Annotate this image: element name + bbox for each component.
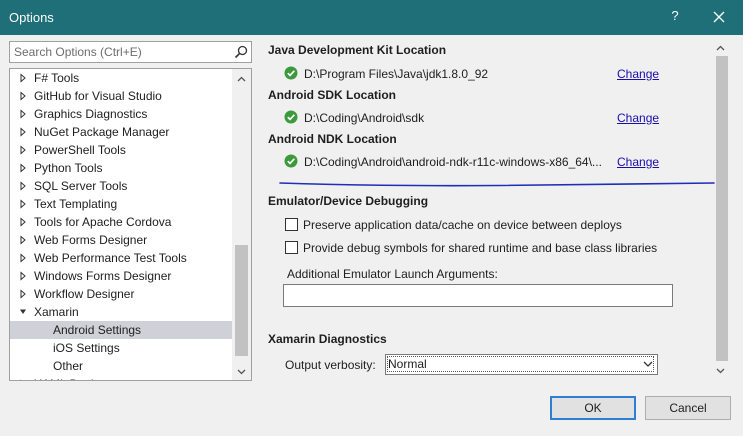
tree-item[interactable]: PowerShell Tools <box>10 141 232 159</box>
triangle-right-icon[interactable] <box>18 213 28 231</box>
cancel-button[interactable]: Cancel <box>645 396 731 420</box>
triangle-down-icon[interactable] <box>18 303 28 321</box>
tree-item-label: Other <box>53 359 84 373</box>
tree-item[interactable]: Android Settings <box>10 321 232 339</box>
triangle-right-icon[interactable] <box>18 87 28 105</box>
ndk-change-link[interactable]: Change <box>617 155 659 169</box>
tree-item-label: GitHub for Visual Studio <box>34 89 162 103</box>
tree-item[interactable]: Python Tools <box>10 159 232 177</box>
diagnostics-heading: Xamarin Diagnostics <box>268 332 387 346</box>
preserve-data-checkbox[interactable] <box>285 218 298 231</box>
tree-item-label: Web Performance Test Tools <box>34 251 187 265</box>
ok-button[interactable]: OK <box>550 396 636 420</box>
tree-item[interactable]: Windows Forms Designer <box>10 267 232 285</box>
tree-item-label: Graphics Diagnostics <box>34 107 148 121</box>
sdk-heading: Android SDK Location <box>268 88 396 102</box>
triangle-right-icon[interactable] <box>18 249 28 267</box>
triangle-right-icon[interactable] <box>18 177 28 195</box>
emulator-heading: Emulator/Device Debugging <box>268 194 429 208</box>
tree-item-label: F# Tools <box>34 71 80 85</box>
scroll-down-icon[interactable] <box>237 367 246 376</box>
tree-item[interactable]: Other <box>10 357 232 375</box>
triangle-right-icon[interactable] <box>18 69 28 87</box>
triangle-right-icon[interactable] <box>18 105 28 123</box>
tree-item[interactable]: F# Tools <box>10 69 232 87</box>
jdk-heading: Java Development Kit Location <box>268 43 447 57</box>
settings-scroll-thumb[interactable] <box>716 56 728 361</box>
tree-item[interactable]: NuGet Package Manager <box>10 123 232 141</box>
status-ok-icon <box>284 154 298 168</box>
verbosity-select[interactable]: Normal <box>385 354 658 375</box>
tree-item-label: Xamarin <box>34 305 79 319</box>
scroll-up-icon[interactable] <box>237 75 246 84</box>
tree-item-label: iOS Settings <box>53 341 120 355</box>
triangle-right-icon[interactable] <box>18 123 28 141</box>
search-box[interactable] <box>9 41 252 63</box>
sdk-path: D:\Coding\Android\sdk <box>304 111 425 125</box>
scroll-up-icon[interactable] <box>716 44 725 53</box>
debug-symbols-label: Provide debug symbols for shared runtime… <box>303 241 658 255</box>
tree-item-label: SQL Server Tools <box>34 179 128 193</box>
verbosity-label: Output verbosity: <box>285 358 376 372</box>
tree-scrollbar[interactable] <box>232 69 251 380</box>
tree-item[interactable]: Xamarin <box>10 303 232 321</box>
triangle-right-icon[interactable] <box>18 231 28 249</box>
ndk-path: D:\Coding\Android\android-ndk-r11c-windo… <box>304 155 602 169</box>
jdk-path: D:\Program Files\Java\jdk1.8.0_92 <box>304 67 489 81</box>
tree-item[interactable]: iOS Settings <box>10 339 232 357</box>
close-icon <box>713 11 725 23</box>
tree-item-label: Tools for Apache Cordova <box>34 215 172 229</box>
options-tree: F# Tools GitHub for Visual Studio Graphics… <box>9 68 252 381</box>
tree-item[interactable]: Web Forms Designer <box>10 231 232 249</box>
window-title: Options <box>9 10 54 25</box>
triangle-right-icon[interactable] <box>18 159 28 177</box>
tree-item-label: XAML Designer <box>34 375 118 380</box>
tree-item-label: Workflow Designer <box>34 287 135 301</box>
search-input[interactable] <box>14 44 230 60</box>
scroll-down-icon[interactable] <box>716 366 725 375</box>
launch-args-input[interactable] <box>283 284 673 307</box>
tree-item[interactable]: Text Templating <box>10 195 232 213</box>
tree-item-label: NuGet Package Manager <box>34 125 170 139</box>
tree-scroll-thumb[interactable] <box>235 245 248 356</box>
triangle-right-icon[interactable] <box>18 195 28 213</box>
triangle-right-icon[interactable] <box>18 285 28 303</box>
tree-item[interactable]: GitHub for Visual Studio <box>10 87 232 105</box>
annotation-underline <box>279 182 715 187</box>
tree-item[interactable]: Web Performance Test Tools <box>10 249 232 267</box>
status-ok-icon <box>284 110 298 124</box>
close-button[interactable] <box>705 6 733 30</box>
tree-item[interactable]: Graphics Diagnostics <box>10 105 232 123</box>
tree-item[interactable]: SQL Server Tools <box>10 177 232 195</box>
tree-item-label: Web Forms Designer <box>34 233 148 247</box>
tree-item-label: Windows Forms Designer <box>34 269 172 283</box>
verbosity-value: Normal <box>388 357 427 371</box>
tree-item[interactable]: XAML Designer <box>10 375 232 381</box>
status-ok-icon <box>284 66 298 80</box>
triangle-right-icon[interactable] <box>18 141 28 159</box>
tree-item[interactable]: Workflow Designer <box>10 285 232 303</box>
settings-scrollbar[interactable] <box>714 44 728 376</box>
title-bar: Options ? <box>0 0 743 35</box>
preserve-data-label: Preserve application data/cache on devic… <box>303 218 622 232</box>
sdk-change-link[interactable]: Change <box>617 111 659 125</box>
triangle-right-icon[interactable] <box>18 375 28 381</box>
settings-pane: Java Development Kit Location D:\Program… <box>258 37 732 378</box>
tree-item-label: PowerShell Tools <box>34 143 126 157</box>
tree-item-label: Python Tools <box>34 161 103 175</box>
tree-item-label: Android Settings <box>53 323 142 337</box>
tree-item[interactable]: Tools for Apache Cordova <box>10 213 232 231</box>
ndk-heading: Android NDK Location <box>268 132 397 146</box>
focus-rect <box>387 356 654 372</box>
tree-item-label: Text Templating <box>34 197 118 211</box>
launch-args-label: Additional Emulator Launch Arguments: <box>287 267 498 281</box>
chevron-down-icon[interactable] <box>643 360 653 368</box>
debug-symbols-checkbox[interactable] <box>285 241 298 254</box>
jdk-change-link[interactable]: Change <box>617 67 659 81</box>
search-icon[interactable] <box>234 45 248 59</box>
triangle-right-icon[interactable] <box>18 267 28 285</box>
help-button[interactable]: ? <box>665 8 685 28</box>
